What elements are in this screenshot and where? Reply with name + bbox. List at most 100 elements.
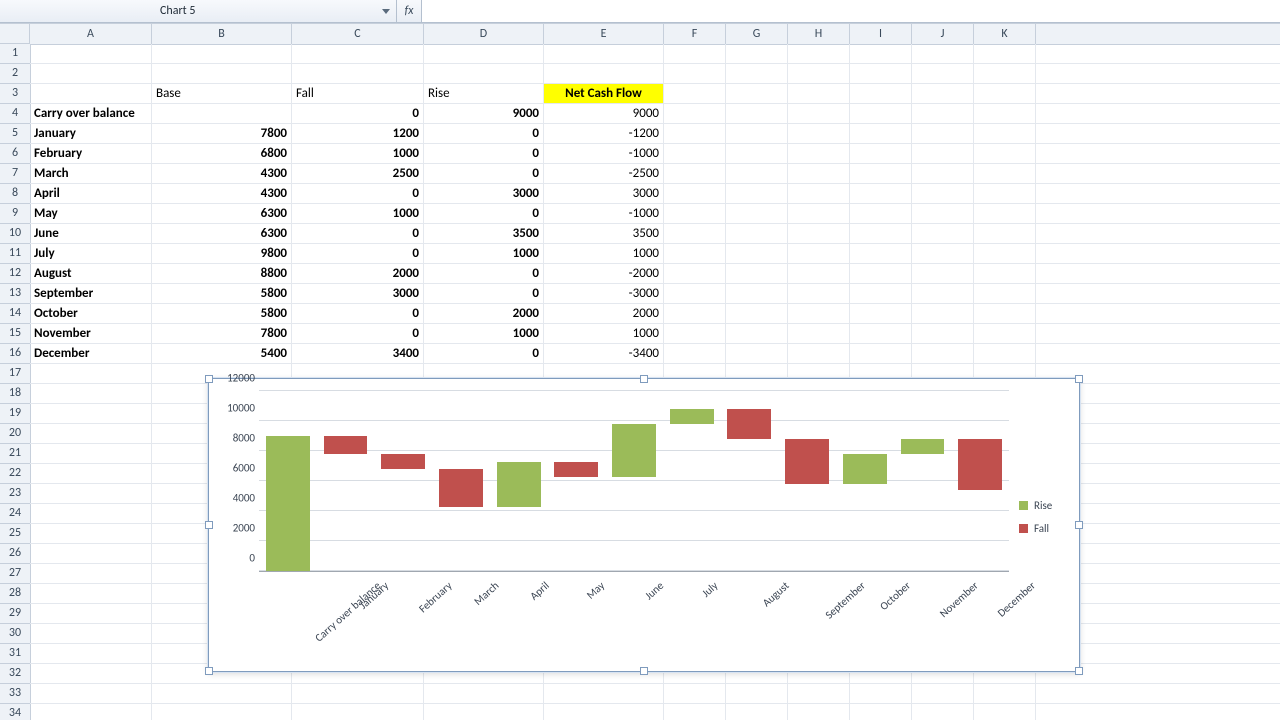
cell[interactable]: [726, 244, 788, 263]
cell[interactable]: 6300: [152, 224, 292, 243]
cell[interactable]: -2500: [544, 164, 664, 183]
cell[interactable]: [726, 204, 788, 223]
cell[interactable]: [292, 684, 424, 703]
row-header[interactable]: 17: [0, 364, 30, 384]
cell[interactable]: [912, 284, 974, 303]
column-header[interactable]: J: [912, 24, 974, 44]
resize-handle[interactable]: [205, 375, 213, 383]
cell[interactable]: [544, 44, 664, 63]
row-header[interactable]: 7: [0, 164, 30, 184]
cell[interactable]: November: [30, 324, 152, 343]
cell[interactable]: 4300: [152, 164, 292, 183]
cell[interactable]: 0: [292, 104, 424, 123]
cell[interactable]: [664, 684, 726, 703]
resize-handle[interactable]: [1075, 521, 1083, 529]
row-header[interactable]: 33: [0, 684, 30, 704]
row-header[interactable]: 18: [0, 384, 30, 404]
cell[interactable]: [726, 44, 788, 63]
cell[interactable]: [788, 344, 850, 363]
name-box[interactable]: Chart 5: [0, 0, 397, 22]
cell[interactable]: [152, 44, 292, 63]
row-header[interactable]: 23: [0, 484, 30, 504]
cell[interactable]: [292, 64, 424, 83]
row-header[interactable]: 8: [0, 184, 30, 204]
cell[interactable]: [850, 264, 912, 283]
cell[interactable]: [664, 164, 726, 183]
cell[interactable]: [726, 184, 788, 203]
column-header[interactable]: H: [788, 24, 850, 44]
row-header[interactable]: 24: [0, 504, 30, 524]
resize-handle[interactable]: [640, 667, 648, 675]
cell[interactable]: 0: [292, 224, 424, 243]
cell[interactable]: July: [30, 244, 152, 263]
cell[interactable]: [30, 84, 152, 103]
cell[interactable]: [30, 664, 152, 683]
cell[interactable]: [30, 684, 152, 703]
cell[interactable]: [850, 324, 912, 343]
cell[interactable]: 0: [424, 164, 544, 183]
cell[interactable]: [788, 264, 850, 283]
cell[interactable]: [726, 64, 788, 83]
cell[interactable]: [974, 104, 1036, 123]
cell[interactable]: [30, 544, 152, 563]
bar-fall[interactable]: [554, 462, 598, 477]
cell[interactable]: 2500: [292, 164, 424, 183]
cell[interactable]: -1000: [544, 204, 664, 223]
cell[interactable]: [788, 704, 850, 720]
cell[interactable]: [974, 44, 1036, 63]
cell[interactable]: [850, 204, 912, 223]
cell[interactable]: [788, 324, 850, 343]
cell[interactable]: 2000: [292, 264, 424, 283]
cell[interactable]: 0: [424, 344, 544, 363]
cell[interactable]: [664, 84, 726, 103]
cell[interactable]: 8800: [152, 264, 292, 283]
cell[interactable]: February: [30, 144, 152, 163]
cell[interactable]: [30, 704, 152, 720]
row-header[interactable]: 32: [0, 664, 30, 684]
bar-rise[interactable]: [670, 409, 714, 424]
cell[interactable]: [152, 704, 292, 720]
cell[interactable]: 3500: [544, 224, 664, 243]
cell[interactable]: August: [30, 264, 152, 283]
cell[interactable]: [664, 124, 726, 143]
cell[interactable]: 9000: [424, 104, 544, 123]
cell[interactable]: [850, 284, 912, 303]
cell[interactable]: [974, 184, 1036, 203]
cell[interactable]: [664, 44, 726, 63]
cell[interactable]: 0: [424, 204, 544, 223]
column-header[interactable]: E: [544, 24, 664, 44]
cell[interactable]: 3500: [424, 224, 544, 243]
bar-rise[interactable]: [843, 454, 887, 484]
cell[interactable]: [788, 144, 850, 163]
cell[interactable]: [664, 344, 726, 363]
resize-handle[interactable]: [640, 375, 648, 383]
cell[interactable]: [912, 304, 974, 323]
cell[interactable]: [30, 524, 152, 543]
cell[interactable]: [30, 404, 152, 423]
cell[interactable]: [912, 244, 974, 263]
cell[interactable]: [788, 124, 850, 143]
cell[interactable]: -3000: [544, 284, 664, 303]
column-header[interactable]: I: [850, 24, 912, 44]
bar-rise[interactable]: [901, 439, 945, 454]
cell[interactable]: [788, 304, 850, 323]
cell[interactable]: [912, 124, 974, 143]
fx-icon[interactable]: fx: [397, 0, 422, 22]
bar-rise[interactable]: [266, 436, 310, 571]
cell[interactable]: [850, 184, 912, 203]
legend-item-fall[interactable]: Fall: [1019, 522, 1067, 535]
cell[interactable]: 0: [424, 144, 544, 163]
cell[interactable]: [912, 204, 974, 223]
cell[interactable]: [912, 84, 974, 103]
cell[interactable]: [30, 464, 152, 483]
cell[interactable]: [544, 64, 664, 83]
cell[interactable]: 1200: [292, 124, 424, 143]
cell[interactable]: 3000: [424, 184, 544, 203]
cell[interactable]: [912, 44, 974, 63]
resize-handle[interactable]: [1075, 667, 1083, 675]
chart-legend[interactable]: Rise Fall: [1019, 499, 1067, 545]
cell[interactable]: [664, 224, 726, 243]
bar-fall[interactable]: [439, 469, 483, 507]
cell[interactable]: 1000: [292, 204, 424, 223]
cell[interactable]: [788, 224, 850, 243]
